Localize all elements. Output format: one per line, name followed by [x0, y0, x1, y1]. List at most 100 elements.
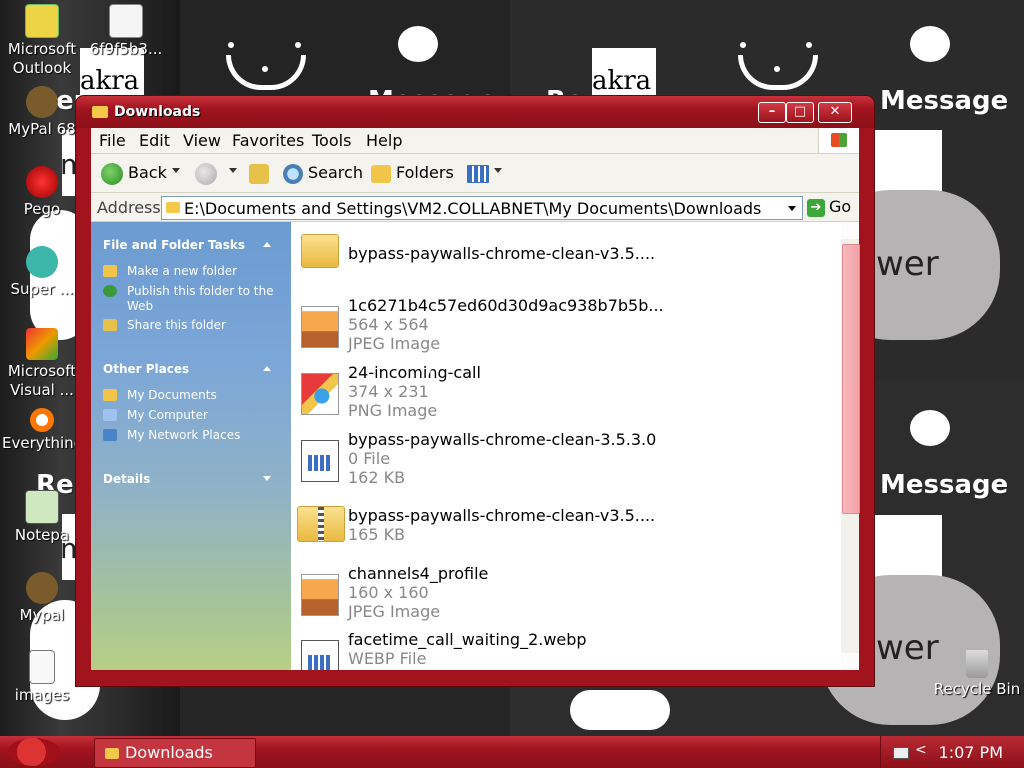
scroll-down-button[interactable] — [841, 653, 859, 670]
desktop-icon-notepad[interactable]: Notepa — [2, 490, 82, 545]
minimize-button[interactable]: – — [758, 102, 786, 123]
folders-label: Folders — [396, 163, 454, 182]
scroll-up-button[interactable] — [841, 222, 859, 239]
desktop-icon-outlook[interactable]: Microsoft Outlook — [2, 4, 82, 78]
folder-icon — [105, 748, 119, 759]
wallpaper-shape — [806, 42, 812, 48]
wallpaper-shape — [570, 690, 670, 730]
desktop-icon-file[interactable]: 6f9f5b3... — [86, 4, 166, 59]
file-list: bypass-paywalls-chrome-clean-v3.5.... 1c… — [291, 222, 841, 670]
expand-chevron-icon[interactable] — [263, 476, 271, 481]
forward-button[interactable] — [195, 161, 222, 185]
collapse-chevron-icon[interactable] — [263, 242, 271, 247]
address-bar: Address E:\Documents and Settings\VM2.CO… — [91, 193, 859, 222]
menu-view[interactable]: View — [183, 131, 221, 150]
file-item[interactable]: bypass-paywalls-chrome-clean-3.5.3.0 0 F… — [291, 430, 831, 494]
file-item[interactable]: channels4_profile 160 x 160 JPEG Image — [291, 564, 831, 628]
maximize-button[interactable]: □ — [786, 102, 814, 123]
tray-expand-chevron-icon[interactable]: < — [915, 742, 927, 758]
windows-logo — [818, 128, 859, 153]
address-dropdown[interactable] — [788, 206, 796, 211]
address-input[interactable]: E:\Documents and Settings\VM2.COLLABNET\… — [161, 196, 803, 220]
go-button[interactable]: ➔ Go — [807, 196, 851, 218]
folder-icon — [92, 106, 108, 118]
desktop-icon-visual[interactable]: Microsoft Visual ... — [2, 328, 82, 400]
up-folder-button[interactable] — [249, 161, 274, 185]
desktop-icon-mypal68[interactable]: MyPal 68 — [2, 86, 82, 139]
task-pane: File and Folder Tasks Make a new folder … — [91, 222, 291, 670]
start-button[interactable] — [8, 738, 60, 766]
jpeg-icon — [301, 574, 339, 616]
super-icon — [26, 246, 58, 278]
menu-edit[interactable]: Edit — [139, 131, 170, 150]
menu-bar: File Edit View Favorites Tools Help — [91, 128, 859, 154]
mouse-cursor-icon — [428, 362, 435, 376]
desktop-icon-images[interactable]: images — [2, 650, 82, 705]
outlook-icon — [25, 4, 59, 38]
views-dropdown[interactable] — [494, 168, 502, 173]
desktop-icon-super[interactable]: Super ... — [2, 246, 82, 299]
forward-arrow-icon — [195, 162, 217, 185]
wallpaper-shape — [910, 26, 950, 62]
file-name: bypass-paywalls-chrome-clean-v3.5.... — [348, 244, 656, 263]
vertical-scrollbar[interactable] — [841, 222, 860, 670]
search-label: Search — [308, 163, 363, 182]
file-item[interactable]: bypass-paywalls-chrome-clean-v3.5.... 16… — [291, 506, 831, 556]
place-label: My Network Places — [127, 428, 241, 442]
address-label: Address — [97, 198, 161, 217]
menu-favorites[interactable]: Favorites — [232, 131, 304, 150]
menu-help[interactable]: Help — [366, 131, 402, 150]
file-name: facetime_call_waiting_2.webp — [348, 630, 587, 649]
my-documents-icon — [103, 389, 117, 401]
views-button[interactable] — [467, 161, 494, 185]
file-item[interactable]: 1c6271b4c57ed60d30d9ac938b7b5b... 564 x … — [291, 296, 831, 360]
file-item[interactable]: 24-incoming-call 374 x 231 PNG Image — [291, 363, 831, 427]
file-glyph — [308, 655, 332, 670]
wallpaper-shape — [874, 515, 942, 581]
notepad-icon — [25, 490, 59, 524]
views-icon — [467, 164, 489, 183]
taskbar-item-label: Downloads — [125, 743, 213, 762]
other-places-header[interactable]: Other Places — [103, 362, 189, 376]
wallpaper-text: Message — [880, 86, 1009, 116]
title-bar[interactable]: Downloads – □ ✕ — [76, 96, 874, 128]
desktop-icon-pego[interactable]: Pego — [2, 166, 82, 219]
search-icon — [283, 163, 303, 184]
zip-folder-icon — [297, 506, 345, 542]
file-type: WEBP File — [348, 649, 427, 668]
collapse-chevron-icon[interactable] — [263, 366, 271, 371]
folders-button[interactable]: Folders — [371, 161, 454, 185]
menu-tools[interactable]: Tools — [312, 131, 351, 150]
window-title: Downloads — [114, 104, 201, 120]
file-name: 24-incoming-call — [348, 363, 481, 382]
menu-file[interactable]: File — [99, 131, 126, 150]
task-label: Publish this folder to the Web — [127, 284, 274, 313]
keyboard-icon[interactable] — [893, 747, 909, 759]
my-computer-icon — [103, 409, 117, 421]
window-client: File Edit View Favorites Tools Help Back… — [91, 128, 860, 670]
forward-dropdown[interactable] — [229, 168, 237, 173]
desktop-icon-everything[interactable]: Everything — [2, 408, 83, 453]
wallpaper-shape — [295, 42, 301, 48]
file-size: 165 KB — [348, 525, 406, 544]
file-glyph — [308, 455, 332, 471]
back-dropdown[interactable] — [172, 168, 180, 173]
back-button[interactable]: Back — [101, 161, 167, 185]
pego-icon — [26, 166, 58, 198]
clock: 1:07 PM — [938, 743, 1003, 762]
file-folder-tasks-header[interactable]: File and Folder Tasks — [103, 238, 245, 252]
details-header[interactable]: Details — [103, 472, 150, 486]
scroll-thumb[interactable] — [842, 244, 860, 514]
close-button[interactable]: ✕ — [818, 102, 852, 123]
desktop-icon-recycle-bin[interactable]: Recycle Bin — [930, 650, 1024, 699]
mypal-icon — [26, 572, 58, 604]
file-item[interactable]: facetime_call_waiting_2.webp WEBP File — [291, 630, 831, 670]
search-button[interactable]: Search — [283, 161, 363, 185]
desktop-icon-label: Microsoft Visual ... — [7, 362, 77, 399]
desktop-icon-mypal[interactable]: Mypal — [2, 572, 82, 625]
desktop-icon-label: Pego — [23, 200, 61, 218]
image-file-icon — [109, 4, 143, 38]
file-dimensions: 160 x 160 — [348, 583, 429, 602]
taskbar-item-downloads[interactable]: Downloads — [94, 738, 256, 768]
file-item[interactable]: bypass-paywalls-chrome-clean-v3.5.... — [291, 232, 831, 282]
